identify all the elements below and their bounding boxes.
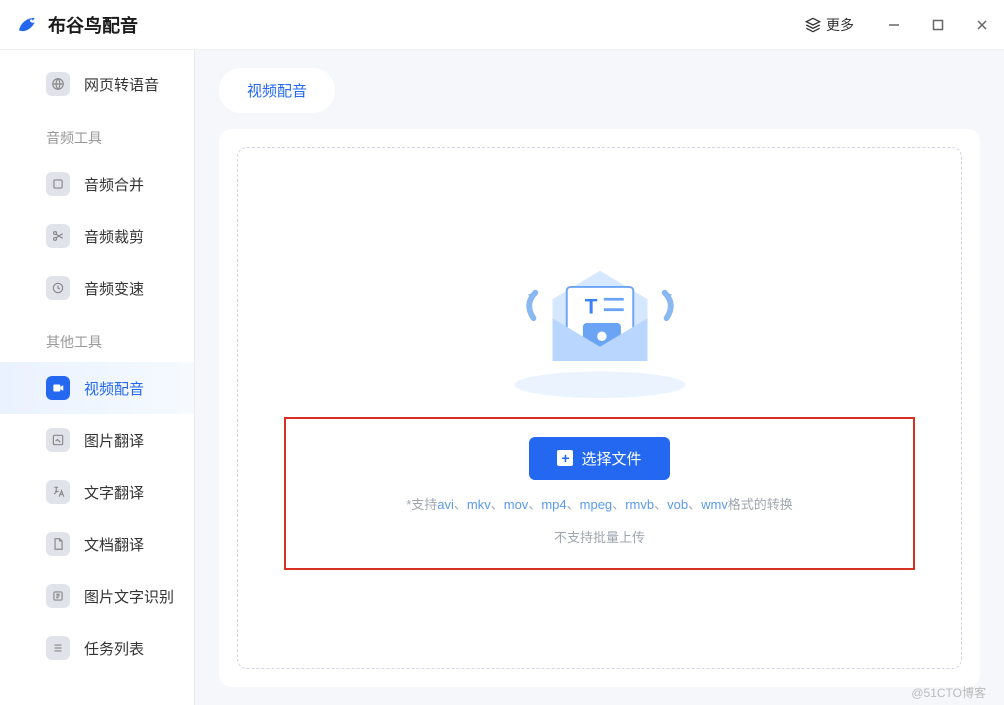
tasks-icon (46, 636, 70, 660)
sidebar-item-tasks[interactable]: 任务列表 (0, 622, 194, 674)
merge-icon (46, 172, 70, 196)
sidebar-item-doc-translate[interactable]: 文档翻译 (0, 518, 194, 570)
doc-translate-icon (46, 532, 70, 556)
main-card: T + 选择文件 *支持avi、mkv、mov、mp4、mpeg、rmvb、vo… (219, 129, 980, 687)
speed-icon (46, 276, 70, 300)
select-file-button[interactable]: + 选择文件 (529, 437, 669, 480)
sidebar-section-other: 其他工具 (0, 314, 194, 362)
highlighted-upload-area: + 选择文件 *支持avi、mkv、mov、mp4、mpeg、rmvb、vob、… (284, 417, 915, 570)
tab-video-dub[interactable]: 视频配音 (219, 68, 335, 113)
scissors-icon (46, 224, 70, 248)
supported-formats-text: *支持avi、mkv、mov、mp4、mpeg、rmvb、vob、wmv格式的转… (406, 494, 793, 513)
sidebar-item-audio-cut[interactable]: 音频裁剪 (0, 210, 194, 262)
text-translate-icon (46, 480, 70, 504)
sidebar-item-audio-merge[interactable]: 音频合并 (0, 158, 194, 210)
sidebar-item-text-translate[interactable]: 文字翻译 (0, 466, 194, 518)
globe-icon (46, 72, 70, 96)
sidebar-item-video-dub[interactable]: 视频配音 (0, 362, 194, 414)
sidebar: 网页转语音 音频工具 音频合并 音频裁剪 音频变速 其他工具 视频配音 图片翻译… (0, 50, 195, 705)
sidebar-item-audio-speed[interactable]: 音频变速 (0, 262, 194, 314)
svg-text:T: T (584, 295, 597, 318)
sidebar-item-web-tts[interactable]: 网页转语音 (0, 58, 194, 110)
sidebar-item-image-translate[interactable]: 图片翻译 (0, 414, 194, 466)
more-button[interactable]: 更多 (805, 15, 854, 35)
watermark: @51CTO博客 (911, 684, 986, 701)
app-title: 布谷鸟配音 (48, 12, 138, 38)
upload-dropzone[interactable]: T + 选择文件 *支持avi、mkv、mov、mp4、mpeg、rmvb、vo… (237, 147, 962, 669)
app-logo-icon (12, 11, 40, 39)
maximize-button[interactable] (928, 15, 948, 35)
close-button[interactable] (972, 15, 992, 35)
layers-icon (805, 17, 821, 33)
sidebar-item-ocr[interactable]: 图片文字识别 (0, 570, 194, 622)
no-batch-text: 不支持批量上传 (554, 527, 645, 546)
image-translate-icon (46, 428, 70, 452)
sidebar-section-audio: 音频工具 (0, 110, 194, 158)
plus-icon: + (557, 450, 573, 466)
upload-illustration-icon: T (505, 247, 695, 397)
ocr-icon (46, 584, 70, 608)
minimize-button[interactable] (884, 15, 904, 35)
video-icon (46, 376, 70, 400)
